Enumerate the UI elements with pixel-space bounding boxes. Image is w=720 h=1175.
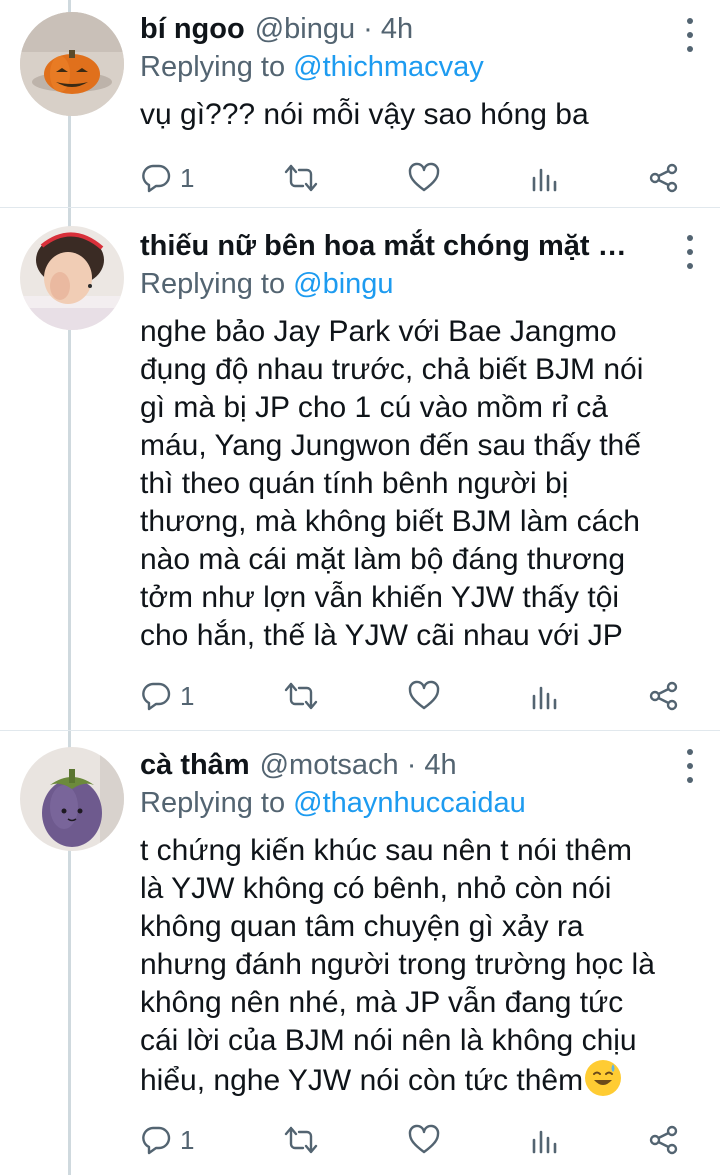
tweet[interactable]: cà thâm @motsach · 4h Replying to @thayn… <box>0 731 720 1175</box>
heart-icon <box>409 1124 440 1154</box>
share-button[interactable] <box>648 1124 680 1156</box>
retweet-button[interactable] <box>283 680 319 712</box>
tweet-text: t chứng kiến khúc sau nên t nói thêm là … <box>140 832 680 1100</box>
replying-prefix: Replying to <box>140 268 294 300</box>
retweet-button[interactable] <box>283 1124 319 1156</box>
share-icon <box>649 163 678 193</box>
display-name[interactable]: bí ngoo <box>140 10 245 48</box>
handle-and-time[interactable]: @bingu · 4h <box>255 10 413 48</box>
reply-button[interactable]: 1 <box>140 1124 194 1156</box>
replying-prefix: Replying to <box>140 51 294 83</box>
sweat-smile-emoji-icon <box>585 1060 622 1096</box>
tweet-text-content: t chứng kiến khúc sau nên t nói thêm là … <box>140 834 655 1097</box>
reply-button[interactable]: 1 <box>140 162 194 194</box>
action-bar: 1 <box>140 676 680 716</box>
replying-to: Replying to @thichmacvay <box>140 48 680 86</box>
analytics-icon <box>532 1130 556 1154</box>
retweet-icon <box>284 164 318 192</box>
heart-icon <box>409 680 440 710</box>
reply-count: 1 <box>180 1125 195 1155</box>
replying-mention-link[interactable]: @bingu <box>293 268 393 300</box>
reply-icon <box>142 682 171 711</box>
share-button[interactable] <box>648 680 680 712</box>
display-name[interactable]: thiếu nữ bên hoa mắt chóng mặt … <box>140 227 627 265</box>
avatar[interactable] <box>20 747 124 851</box>
reply-button[interactable]: 1 <box>140 680 194 712</box>
eggplant-avatar-icon <box>20 747 124 851</box>
analytics-button[interactable] <box>530 162 560 194</box>
like-button[interactable] <box>407 162 441 194</box>
replying-mention-link[interactable]: @thichmacvay <box>293 51 484 83</box>
share-icon <box>649 681 678 711</box>
action-bar: 1 <box>140 158 680 198</box>
display-name[interactable]: cà thâm <box>140 746 250 784</box>
reply-count: 1 <box>180 163 195 193</box>
girl-avatar-icon <box>20 226 124 330</box>
pumpkin-avatar-icon <box>20 12 124 116</box>
handle-and-time[interactable]: @motsach · 4h <box>260 746 457 784</box>
like-button[interactable] <box>407 680 441 712</box>
analytics-button[interactable] <box>530 1124 560 1156</box>
like-button[interactable] <box>407 1124 441 1156</box>
tweet-header: cà thâm @motsach · 4h <box>140 746 680 784</box>
replying-to: Replying to @thaynhuccaidau <box>140 784 680 822</box>
retweet-icon <box>284 1126 318 1154</box>
share-icon <box>649 1125 678 1155</box>
avatar[interactable] <box>20 226 124 330</box>
avatar[interactable] <box>20 12 124 116</box>
reply-icon <box>142 164 171 193</box>
analytics-button[interactable] <box>530 680 560 712</box>
action-bar: 1 <box>140 1120 680 1160</box>
replying-prefix: Replying to <box>140 787 294 819</box>
retweet-icon <box>284 682 318 710</box>
retweet-button[interactable] <box>283 162 319 194</box>
tweet-header: bí ngoo @bingu · 4h <box>140 10 680 48</box>
reply-icon <box>142 1126 171 1155</box>
share-button[interactable] <box>648 162 680 194</box>
tweet[interactable]: thiếu nữ bên hoa mắt chóng mặt … Replyin… <box>0 208 720 731</box>
analytics-icon <box>532 686 556 710</box>
tweet[interactable]: bí ngoo @bingu · 4h Replying to @thichma… <box>0 0 720 208</box>
tweet-header: thiếu nữ bên hoa mắt chóng mặt … <box>140 227 680 265</box>
more-options-icon[interactable] <box>686 18 694 52</box>
more-options-icon[interactable] <box>686 235 694 269</box>
replying-mention-link[interactable]: @thaynhuccaidau <box>293 787 526 819</box>
tweet-text: nghe bảo Jay Park với Bae Jangmo đụng độ… <box>140 315 644 652</box>
analytics-icon <box>532 168 556 192</box>
more-options-icon[interactable] <box>686 749 694 783</box>
tweet-text: vụ gì??? nói mỗi vậy sao hóng ba <box>140 98 589 131</box>
reply-count: 1 <box>180 681 195 711</box>
heart-icon <box>409 162 440 192</box>
replying-to: Replying to @bingu <box>140 265 680 303</box>
